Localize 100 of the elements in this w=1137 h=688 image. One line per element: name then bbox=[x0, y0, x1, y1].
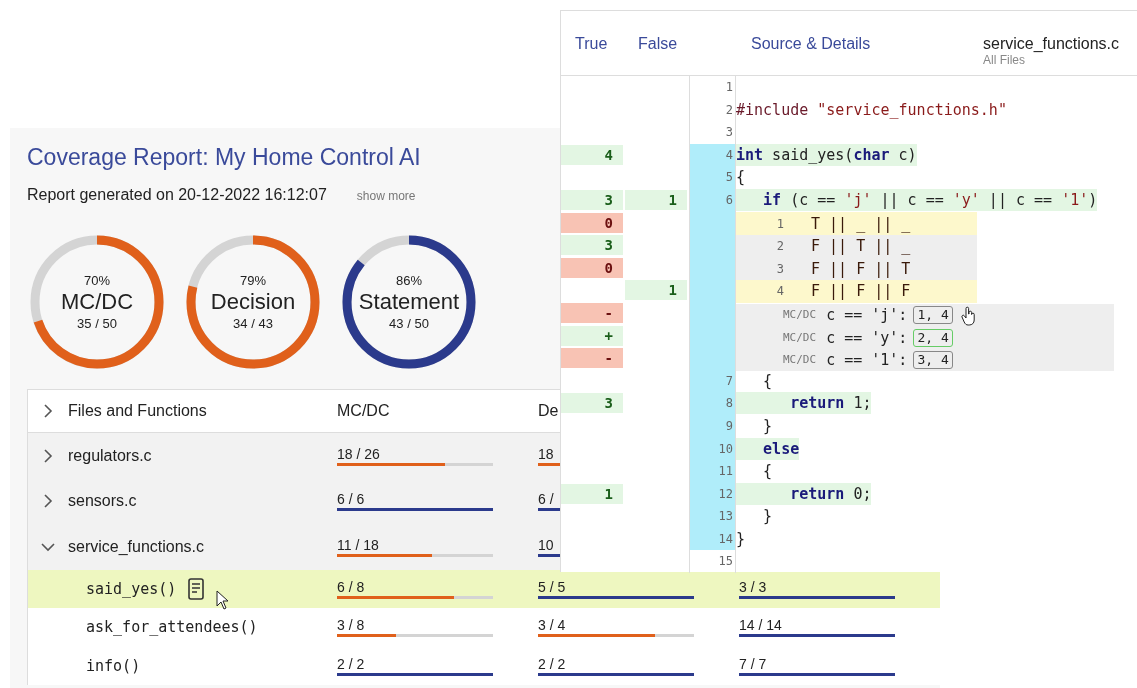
code-line: } bbox=[762, 415, 773, 437]
code-line: #include "service_functions.h" bbox=[736, 99, 1007, 121]
gauge-percent: 86% bbox=[396, 273, 422, 288]
column-header[interactable]: Source & Details bbox=[751, 35, 871, 53]
column-header[interactable]: Files and Functions bbox=[68, 402, 207, 420]
coverage-ratio: 10 bbox=[538, 536, 554, 553]
line-number: 3 bbox=[689, 121, 736, 144]
condition-number: 3 bbox=[775, 260, 784, 278]
gauge-label: Decision bbox=[210, 288, 296, 316]
function-row[interactable]: said_yes() 6 / 8 5 / 5 3 / 3 bbox=[28, 569, 940, 608]
condition-text: F || T || _ bbox=[811, 236, 911, 258]
coverage-ratio: 14 / 14 bbox=[739, 617, 782, 634]
coverage-ratio: 3 / 8 bbox=[337, 617, 365, 634]
code-line: { bbox=[762, 370, 773, 392]
file-name[interactable]: sensors.c bbox=[68, 492, 137, 511]
line-number: 14 bbox=[689, 527, 736, 551]
coverage-ratio: 7 / 7 bbox=[739, 655, 767, 672]
mcdc-label: MC/DC bbox=[783, 329, 817, 346]
chevron-right-icon[interactable] bbox=[43, 404, 53, 418]
coverage-ratio: 18 / 26 bbox=[337, 445, 380, 462]
line-number: 5 bbox=[689, 166, 736, 189]
mcdc-condition: c == 'y': bbox=[826, 327, 908, 349]
condition-text: F || F || F bbox=[811, 281, 911, 303]
true-count: 3 bbox=[561, 189, 623, 210]
false-count: 1 bbox=[625, 280, 687, 301]
true-count: - bbox=[561, 348, 623, 369]
coverage-ratio: 18 bbox=[538, 445, 554, 462]
line-number: 1 bbox=[689, 76, 736, 99]
code-line: } bbox=[736, 528, 746, 550]
line-number: 9 bbox=[689, 414, 736, 438]
condition-row[interactable]: 4 F || F || F bbox=[736, 280, 977, 303]
pair-tag[interactable]: 3, 4 bbox=[913, 351, 953, 370]
line-number: 2 bbox=[689, 98, 736, 122]
chevron-right-icon[interactable] bbox=[43, 448, 53, 463]
hand-cursor-icon bbox=[961, 305, 977, 326]
gauge-ratio: 34 / 43 bbox=[233, 316, 273, 331]
coverage-ratio: 2 / 2 bbox=[337, 655, 365, 672]
line-number: 12 bbox=[689, 482, 736, 506]
function-name: ask_for_attendees() bbox=[86, 618, 258, 637]
condition-row[interactable]: 2 F || T || _ bbox=[736, 234, 977, 258]
column-header[interactable]: De bbox=[538, 402, 559, 420]
function-name: info() bbox=[86, 656, 141, 675]
condition-number: 1 bbox=[775, 215, 784, 233]
condition-text: T || _ || _ bbox=[811, 213, 911, 235]
coverage-ratio: 2 / 2 bbox=[538, 655, 566, 672]
line-number: 15 bbox=[689, 550, 736, 574]
condition-number: 2 bbox=[775, 238, 784, 256]
true-count: + bbox=[561, 325, 623, 346]
line-number: 8 bbox=[689, 392, 736, 415]
chevron-right-icon[interactable] bbox=[43, 494, 53, 509]
line-number: 11 bbox=[689, 460, 736, 483]
column-header[interactable]: MC/DC bbox=[337, 402, 390, 420]
code-line: { bbox=[762, 461, 773, 483]
gauge-percent: 70% bbox=[84, 273, 110, 288]
true-count: 3 bbox=[561, 235, 623, 256]
mcdc-condition: c == 'j': bbox=[826, 304, 908, 326]
generated-text: Report generated on 20-12-2022 16:12:07 bbox=[27, 186, 327, 204]
gauge-ratio: 43 / 50 bbox=[389, 316, 429, 331]
code-line: { bbox=[736, 167, 746, 189]
pair-tag[interactable]: 2, 4 bbox=[913, 328, 953, 347]
true-count: 3 bbox=[561, 393, 623, 414]
gauge-ratio: 35 / 50 bbox=[77, 316, 117, 331]
gauge-label: Statement bbox=[358, 288, 460, 316]
coverage-ratio: 6 / 6 bbox=[337, 491, 365, 508]
show-more-link[interactable]: show more bbox=[356, 189, 416, 203]
mcdc-label: MC/DC bbox=[783, 352, 817, 369]
column-header[interactable]: True bbox=[575, 35, 608, 53]
file-name[interactable]: service_functions.c bbox=[68, 537, 205, 556]
file-name[interactable]: regulators.c bbox=[68, 446, 152, 465]
file-title: service_functions.c bbox=[983, 35, 1120, 53]
false-count: 1 bbox=[625, 189, 687, 210]
true-count: 4 bbox=[561, 144, 623, 165]
line-number: 13 bbox=[689, 505, 736, 528]
line-number: 6 bbox=[689, 188, 736, 212]
condition-number: 4 bbox=[775, 283, 784, 301]
mcdc-condition: c == '1': bbox=[826, 350, 908, 372]
true-count: 1 bbox=[561, 483, 623, 504]
condition-row[interactable]: 3 F || F || T bbox=[736, 257, 977, 281]
coverage-ratio: 3 / 3 bbox=[739, 578, 767, 595]
gauge-percent: 79% bbox=[240, 273, 266, 288]
coverage-ratio: 11 / 18 bbox=[337, 536, 379, 553]
chevron-down-icon[interactable] bbox=[41, 541, 55, 552]
condition-row[interactable]: 1 T || _ || _ bbox=[736, 212, 977, 235]
all-files-link[interactable]: All Files bbox=[983, 53, 1025, 67]
function-name: said_yes() bbox=[86, 579, 177, 598]
gauge-label: MC/DC bbox=[60, 288, 134, 316]
coverage-ratio: 3 / 4 bbox=[538, 617, 566, 634]
line-number: 7 bbox=[689, 369, 736, 393]
line-number: 10 bbox=[689, 437, 736, 461]
column-header[interactable]: False bbox=[638, 35, 678, 53]
code-line: } bbox=[762, 506, 773, 528]
pointer-cursor-icon bbox=[216, 589, 230, 610]
true-count: - bbox=[561, 302, 623, 323]
mcdc-label: MC/DC bbox=[783, 306, 817, 323]
true-count: 0 bbox=[561, 212, 623, 233]
line-number: 4 bbox=[689, 143, 736, 167]
true-count: 0 bbox=[561, 257, 623, 278]
pair-tag[interactable]: 1, 4 bbox=[913, 305, 953, 324]
coverage-ratio: 6 / 8 bbox=[337, 578, 365, 595]
document-icon[interactable] bbox=[188, 577, 205, 600]
